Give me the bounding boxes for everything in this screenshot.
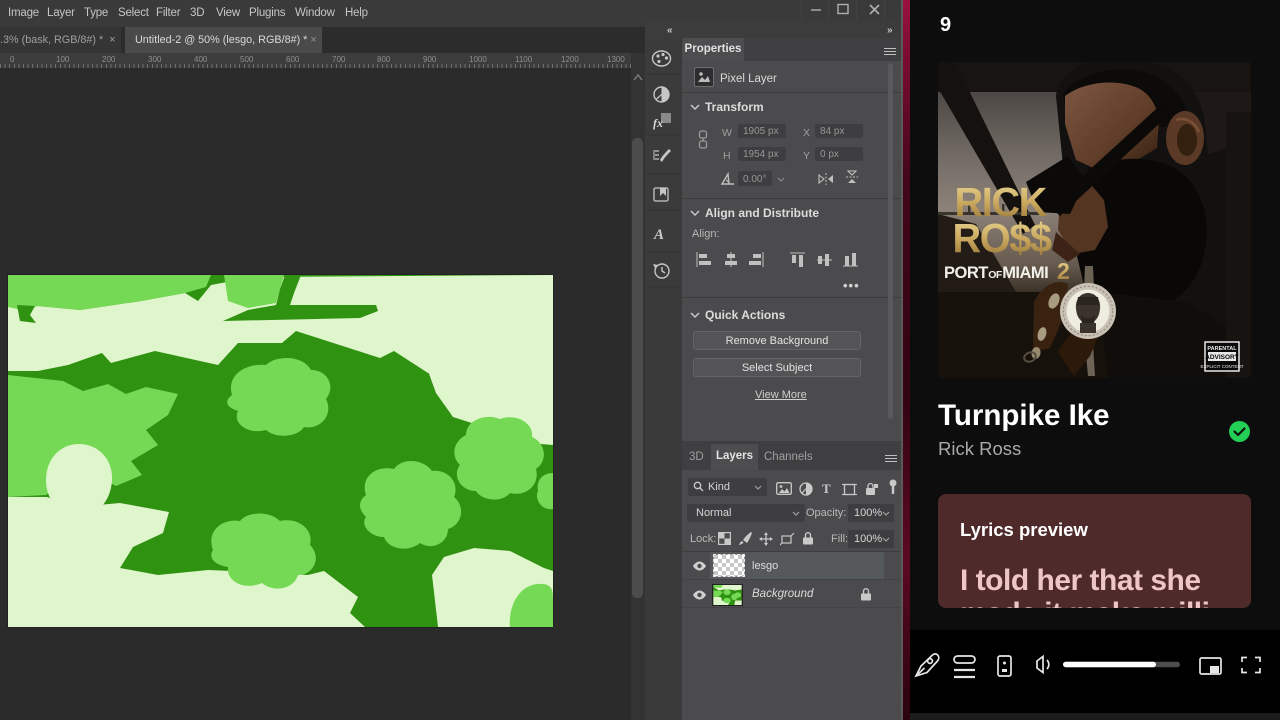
svg-text:ADVISORY: ADVISORY [1205, 354, 1239, 361]
svg-text:fx: fx [653, 116, 663, 130]
svg-text:RO$$: RO$$ [953, 214, 1052, 261]
svg-text:2: 2 [1057, 258, 1070, 284]
svg-text:PARENTAL: PARENTAL [1207, 346, 1237, 352]
svg-text:EXPLICIT CONTENT: EXPLICIT CONTENT [1201, 364, 1244, 369]
svg-text:A: A [653, 227, 664, 243]
